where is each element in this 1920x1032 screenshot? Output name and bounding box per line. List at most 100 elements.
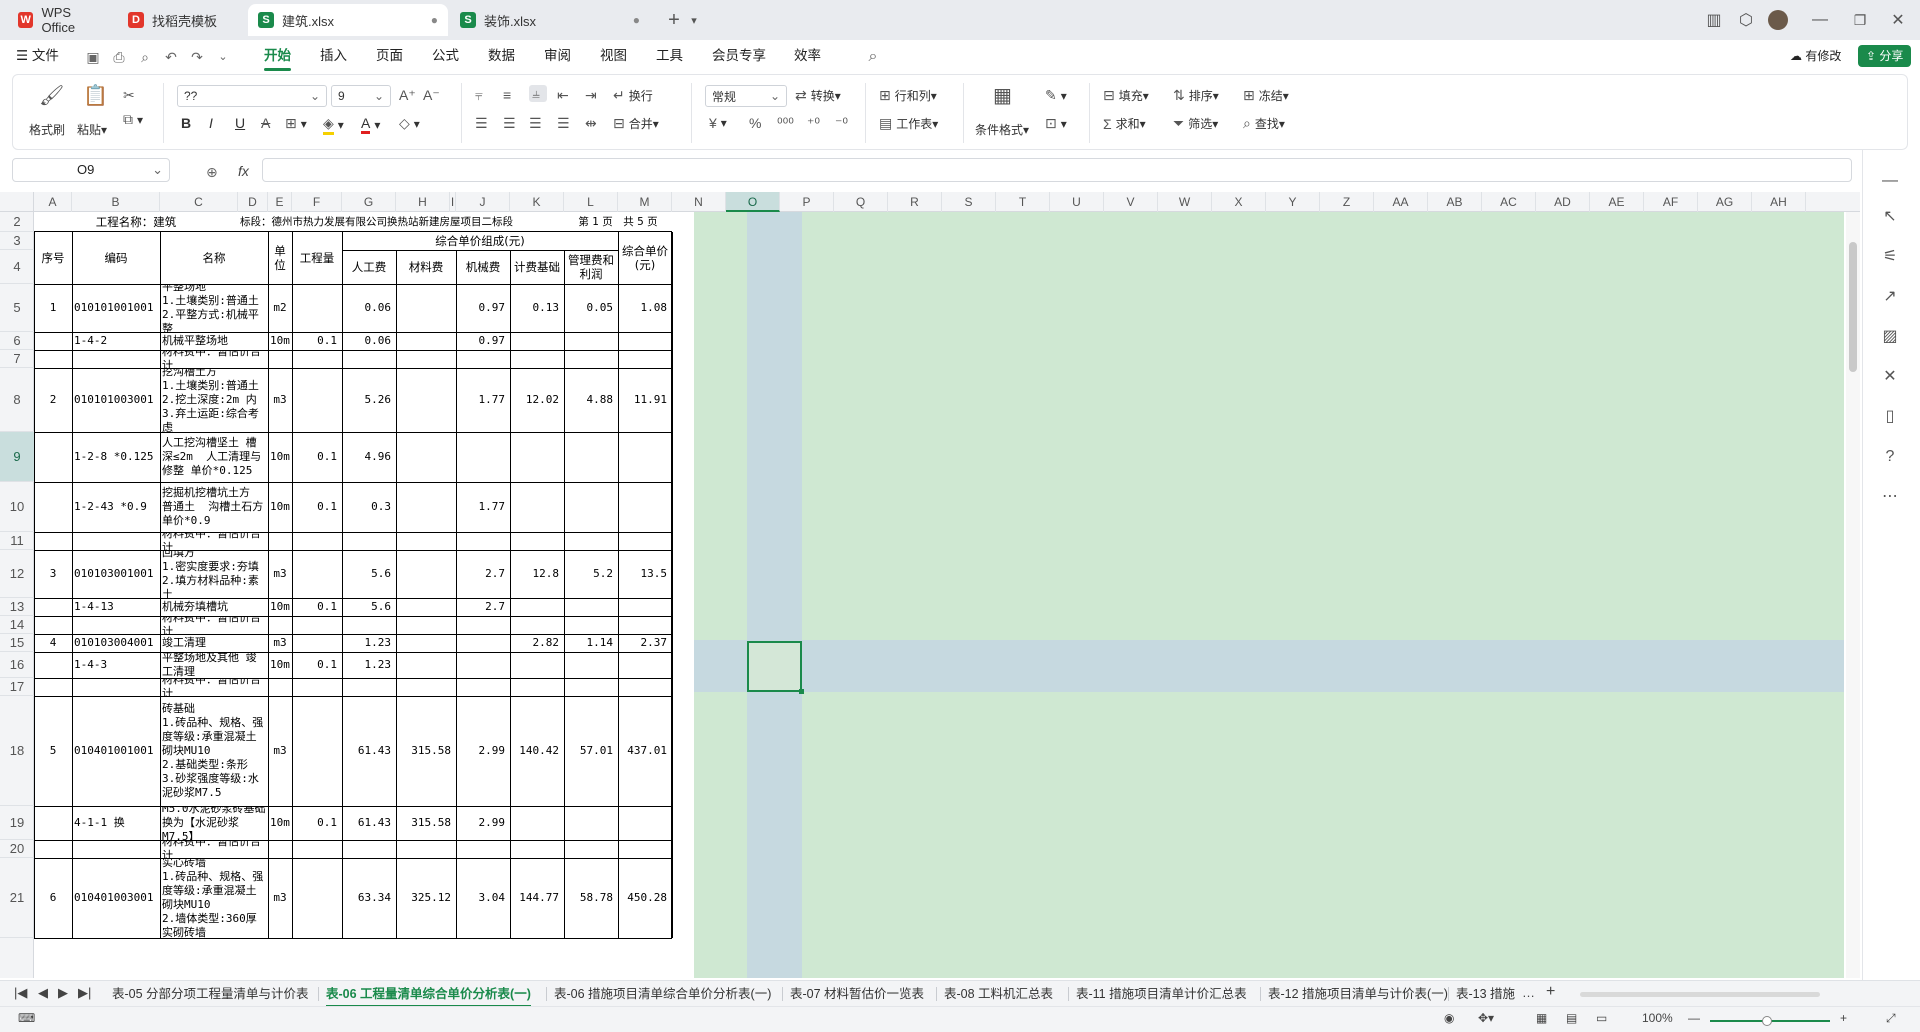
- row-header-12[interactable]: 12: [0, 550, 34, 598]
- cell-unit[interactable]: 10m3: [270, 482, 290, 532]
- cell-labor[interactable]: 5.6: [344, 550, 394, 598]
- cell-code[interactable]: 010103001001: [74, 550, 158, 598]
- indent-icon[interactable]: ⇥: [585, 87, 601, 104]
- cell-unit[interactable]: [270, 678, 290, 696]
- column-header-w[interactable]: W: [1158, 192, 1212, 212]
- cell-qty[interactable]: [294, 678, 340, 696]
- row-header-19[interactable]: 19: [0, 806, 34, 840]
- cell-mgmt[interactable]: 57.01: [566, 696, 616, 806]
- freeze-button[interactable]: ⊞ 冻结 ▾: [1243, 87, 1289, 104]
- cell-material[interactable]: [398, 634, 454, 652]
- row-header-7[interactable]: 7: [0, 350, 34, 368]
- column-header-ac[interactable]: AC: [1482, 192, 1536, 212]
- cell-unit[interactable]: 10m2: [270, 332, 290, 350]
- print-preview-icon[interactable]: ⌕: [136, 48, 154, 66]
- conditional-format-button[interactable]: 条件格式 ▾: [975, 121, 1029, 138]
- cell-name[interactable]: 材料费中：暂估价合计: [162, 532, 266, 550]
- cell-mgmt[interactable]: [566, 432, 616, 482]
- copy-icon[interactable]: ⧉ ▾: [123, 111, 143, 128]
- cell-name[interactable]: 人工挖沟槽坚土 槽深≤2m 人工清理与修整 单价*0.125: [162, 432, 266, 482]
- cell-name[interactable]: 机械平整场地: [162, 332, 266, 350]
- fullscreen-icon[interactable]: ⤢: [1886, 1011, 1896, 1026]
- horizontal-scrollbar[interactable]: [1580, 992, 1820, 997]
- first-sheet-icon[interactable]: |◀: [14, 985, 27, 1001]
- header-material[interactable]: 材料费: [398, 250, 454, 284]
- column-header-g[interactable]: G: [342, 192, 396, 212]
- row-header-3[interactable]: 3: [0, 232, 34, 250]
- cell-mgmt[interactable]: [566, 482, 616, 532]
- cell-name[interactable]: 平整场地 1.土壤类别:普通土 2.平整方式:机械平整: [162, 284, 266, 332]
- prev-sheet-icon[interactable]: ◀: [38, 985, 48, 1001]
- cell-mgmt[interactable]: 4.88: [566, 368, 616, 432]
- zoom-level[interactable]: 100%: [1642, 1011, 1673, 1025]
- cell-mgmt[interactable]: [566, 532, 616, 550]
- cell-seq[interactable]: [36, 432, 70, 482]
- column-header-af[interactable]: AF: [1644, 192, 1698, 212]
- formula-input[interactable]: [262, 158, 1852, 182]
- cell-base[interactable]: 144.77: [512, 858, 562, 938]
- cell-qty[interactable]: [294, 532, 340, 550]
- align-bottom-icon[interactable]: ⫨: [529, 85, 547, 102]
- borders-icon[interactable]: ⊞ ▾: [285, 115, 307, 132]
- cell-border-icon[interactable]: ⊡ ▾: [1045, 115, 1067, 132]
- cell-labor[interactable]: 4.96: [344, 432, 394, 482]
- header-machine[interactable]: 机械费: [458, 250, 508, 284]
- cell-mgmt[interactable]: [566, 616, 616, 634]
- sort-button[interactable]: ⇅ 排序 ▾: [1173, 87, 1219, 104]
- more-sheets[interactable]: …: [1522, 985, 1535, 1000]
- cell-price[interactable]: [620, 616, 670, 634]
- column-header-ae[interactable]: AE: [1590, 192, 1644, 212]
- sheet-tab[interactable]: 表-11 措施项目清单计价汇总表: [1076, 984, 1247, 1004]
- cell-mgmt[interactable]: [566, 652, 616, 678]
- column-header-h[interactable]: H: [396, 192, 450, 212]
- row-header-18[interactable]: 18: [0, 696, 34, 806]
- font-color-icon[interactable]: A ▾: [361, 115, 380, 134]
- row-col-button[interactable]: ⊞ 行和列 ▾: [879, 87, 937, 104]
- cell-unit[interactable]: m3: [270, 858, 290, 938]
- paste-button[interactable]: 粘贴 ▾: [77, 121, 107, 138]
- cell-qty[interactable]: 0.1: [294, 652, 340, 678]
- increase-font-icon[interactable]: A⁺: [399, 87, 420, 104]
- cell-qty[interactable]: [294, 634, 340, 652]
- cell-machine[interactable]: [458, 652, 508, 678]
- cell-base[interactable]: 12.8: [512, 550, 562, 598]
- minimize-icon[interactable]: —: [1806, 8, 1834, 32]
- cell-machine[interactable]: 2.7: [458, 598, 508, 616]
- format-painter-button[interactable]: 格式刷: [29, 121, 65, 138]
- column-header-k[interactable]: K: [510, 192, 564, 212]
- layout-icon[interactable]: ▥: [1700, 8, 1728, 32]
- cell-price[interactable]: [620, 482, 670, 532]
- cell-code[interactable]: [74, 532, 158, 550]
- cell-seq[interactable]: [36, 598, 70, 616]
- cell-name[interactable]: 机械夯填槽坑: [162, 598, 266, 616]
- tab-zhuangshi-xlsx[interactable]: S 装饰.xlsx ●: [450, 4, 650, 36]
- cell-price[interactable]: [620, 652, 670, 678]
- next-sheet-icon[interactable]: ▶: [58, 985, 68, 1001]
- row-header-2[interactable]: 2: [0, 212, 34, 232]
- italic-icon[interactable]: I: [209, 115, 217, 131]
- conditional-format-icon[interactable]: ▦: [993, 83, 1012, 108]
- column-header-x[interactable]: X: [1212, 192, 1266, 212]
- column-header-ad[interactable]: AD: [1536, 192, 1590, 212]
- justify-icon[interactable]: ☰: [557, 115, 574, 132]
- row-header-14[interactable]: 14: [0, 616, 34, 634]
- row-header-10[interactable]: 10: [0, 482, 34, 532]
- cell-labor[interactable]: [344, 678, 394, 696]
- cell-material[interactable]: 315.58: [398, 806, 454, 840]
- column-header-s[interactable]: S: [942, 192, 996, 212]
- tab-close-icon[interactable]: ●: [431, 13, 438, 27]
- cell-qty[interactable]: [294, 616, 340, 634]
- cell-machine[interactable]: 1.77: [458, 482, 508, 532]
- book-icon[interactable]: ▯: [1879, 406, 1901, 428]
- row-header-4[interactable]: 4: [0, 250, 34, 284]
- cell-labor[interactable]: [344, 840, 394, 858]
- cell-material[interactable]: [398, 284, 454, 332]
- column-header-u[interactable]: U: [1050, 192, 1104, 212]
- cell-labor[interactable]: 0.06: [344, 332, 394, 350]
- menu-insert[interactable]: 插入: [320, 46, 347, 66]
- align-top-icon[interactable]: ⫧: [475, 87, 487, 104]
- row-header-20[interactable]: 20: [0, 840, 34, 858]
- cell-machine[interactable]: 0.97: [458, 284, 508, 332]
- cell-labor[interactable]: 61.43: [344, 806, 394, 840]
- select-pointer-icon[interactable]: ↖: [1879, 206, 1901, 228]
